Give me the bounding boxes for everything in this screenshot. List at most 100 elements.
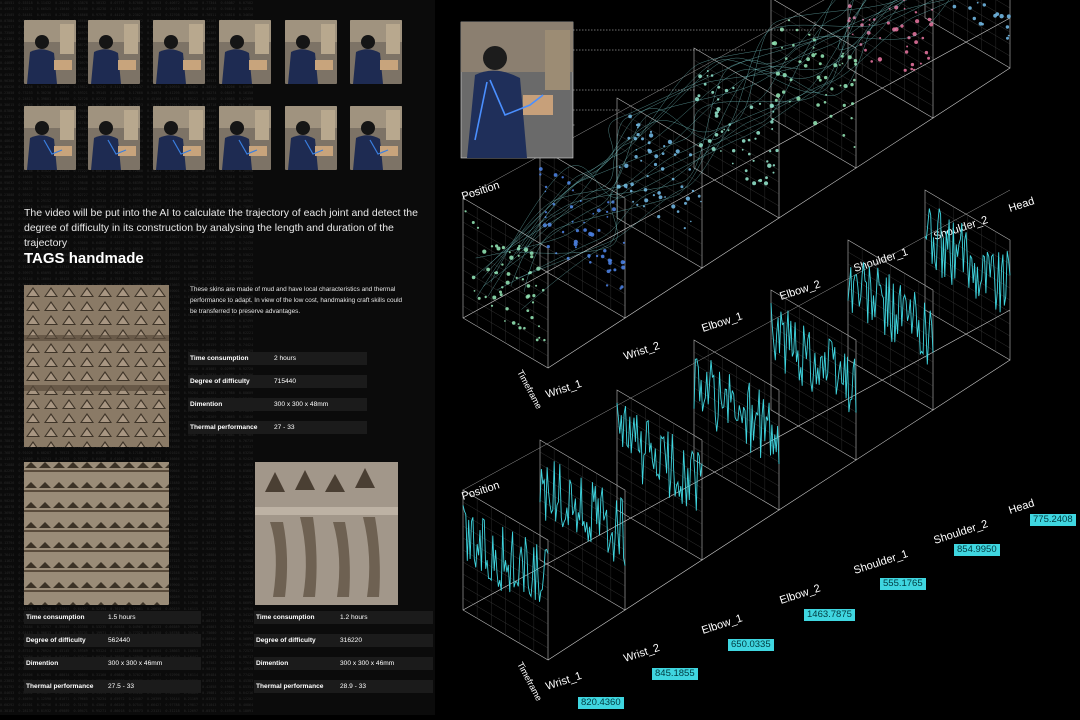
trajectory-point bbox=[636, 203, 639, 206]
trajectory-point bbox=[1005, 25, 1010, 29]
trajectory-point bbox=[641, 137, 644, 141]
joint-label: Elbow_2 bbox=[778, 278, 822, 302]
trajectory-point bbox=[588, 231, 593, 237]
trajectory-point bbox=[606, 269, 611, 274]
trajectory-point bbox=[906, 45, 909, 48]
trajectory-point bbox=[851, 102, 854, 106]
trajectory-point bbox=[680, 185, 684, 189]
joint-label: Wrist_2 bbox=[622, 642, 661, 665]
trajectory-point bbox=[515, 276, 518, 279]
trajectory-point bbox=[606, 210, 609, 213]
trajectory-point bbox=[870, 60, 873, 63]
trajectory-point bbox=[640, 159, 643, 162]
trajectory-point bbox=[820, 54, 825, 58]
property-label: Degree of difficulty bbox=[26, 637, 86, 644]
trajectory-point bbox=[758, 102, 762, 105]
property-value: 316220 bbox=[340, 637, 363, 644]
trajectory-point bbox=[676, 210, 680, 213]
trajectory-point bbox=[829, 114, 833, 118]
trajectory-point bbox=[592, 212, 595, 215]
trajectory-point bbox=[818, 78, 822, 82]
axis-label-position: Position bbox=[460, 179, 501, 203]
trajectory-point bbox=[914, 11, 918, 14]
joint-value-tag: 775.2408 bbox=[1030, 514, 1076, 526]
trajectory-point bbox=[471, 221, 475, 224]
trajectory-point bbox=[842, 103, 846, 107]
trajectory-point bbox=[803, 64, 808, 68]
joint-value-tag: 820.4360 bbox=[578, 697, 624, 709]
trajectory-point bbox=[877, 57, 883, 62]
trajectory-point bbox=[521, 278, 525, 281]
trajectory-point bbox=[652, 194, 655, 197]
trajectory-point bbox=[913, 68, 916, 71]
trajectory-point bbox=[697, 194, 701, 198]
trajectory-point bbox=[706, 74, 709, 77]
trajectory-point bbox=[544, 211, 547, 214]
trajectory-point bbox=[561, 176, 564, 179]
trajectory-point bbox=[1006, 14, 1011, 19]
trajectory-point bbox=[543, 338, 546, 342]
trajectory-point bbox=[775, 93, 781, 98]
joint-label: Wrist_1 bbox=[544, 670, 583, 693]
trajectory-point bbox=[839, 64, 841, 66]
trajectory-point bbox=[787, 19, 791, 22]
video-frame bbox=[219, 106, 271, 170]
trajectory-point bbox=[573, 239, 578, 244]
trajectory-point bbox=[781, 46, 783, 49]
trajectory-point bbox=[511, 321, 516, 325]
joint-value-tag: 650.0335 bbox=[728, 639, 774, 651]
trajectory-point bbox=[506, 272, 511, 276]
trajectory-point bbox=[486, 267, 490, 272]
mud-tile-photo-left bbox=[24, 462, 169, 605]
trajectory-point bbox=[544, 185, 548, 189]
trajectory-point bbox=[772, 171, 775, 174]
trajectory-point bbox=[698, 74, 702, 79]
property-label: Time consumption bbox=[190, 355, 249, 362]
trajectory-point bbox=[842, 134, 846, 137]
trajectory-point bbox=[607, 201, 610, 204]
trajectory-point bbox=[518, 326, 522, 330]
trajectory-point bbox=[921, 36, 925, 40]
property-value: 300 x 300 x 46mm bbox=[340, 660, 395, 667]
trajectory-point bbox=[597, 228, 601, 232]
trajectory-point bbox=[526, 284, 531, 288]
trajectory-point bbox=[748, 152, 751, 156]
trajectory-point bbox=[526, 294, 531, 298]
joint-label: Elbow_1 bbox=[700, 310, 744, 334]
trajectory-point bbox=[824, 75, 828, 80]
trajectory-point bbox=[752, 181, 757, 186]
trajectory-point bbox=[910, 62, 915, 67]
trajectory-point bbox=[600, 254, 605, 259]
trajectory-point bbox=[823, 101, 827, 104]
video-frame bbox=[350, 106, 402, 170]
trajectory-point bbox=[539, 173, 542, 176]
video-thumbnail bbox=[460, 21, 574, 159]
trajectory-point bbox=[850, 117, 853, 120]
video-frame bbox=[285, 106, 337, 170]
trajectory-point bbox=[976, 1, 979, 4]
trajectory-point bbox=[499, 293, 503, 297]
trajectory-point bbox=[538, 325, 540, 328]
trajectory-point bbox=[763, 181, 769, 186]
trajectory-point bbox=[538, 167, 543, 171]
property-label: Time consumption bbox=[26, 614, 85, 621]
trajectory-point bbox=[915, 19, 920, 24]
trajectory-point bbox=[754, 137, 757, 140]
trajectory-point bbox=[766, 160, 769, 163]
trajectory-point bbox=[608, 261, 612, 265]
axis-label-timeframe: Timeframe bbox=[515, 660, 544, 702]
trajectory-point bbox=[621, 265, 626, 270]
property-label: Dimention bbox=[190, 401, 223, 408]
property-value: 300 x 300 x 46mm bbox=[108, 660, 163, 667]
description-text: These skins are made of mud and have loc… bbox=[190, 286, 403, 315]
trajectory-point bbox=[723, 128, 726, 131]
trajectory-point bbox=[972, 16, 976, 21]
trajectory-point bbox=[697, 94, 701, 98]
trajectory-point bbox=[910, 67, 913, 71]
trajectory-point bbox=[546, 245, 550, 249]
trajectory-point bbox=[613, 268, 617, 272]
trajectory-point bbox=[553, 173, 558, 177]
property-value: 715440 bbox=[274, 378, 297, 385]
property-label: Thermal performance bbox=[26, 683, 94, 690]
trajectory-point bbox=[538, 336, 541, 339]
